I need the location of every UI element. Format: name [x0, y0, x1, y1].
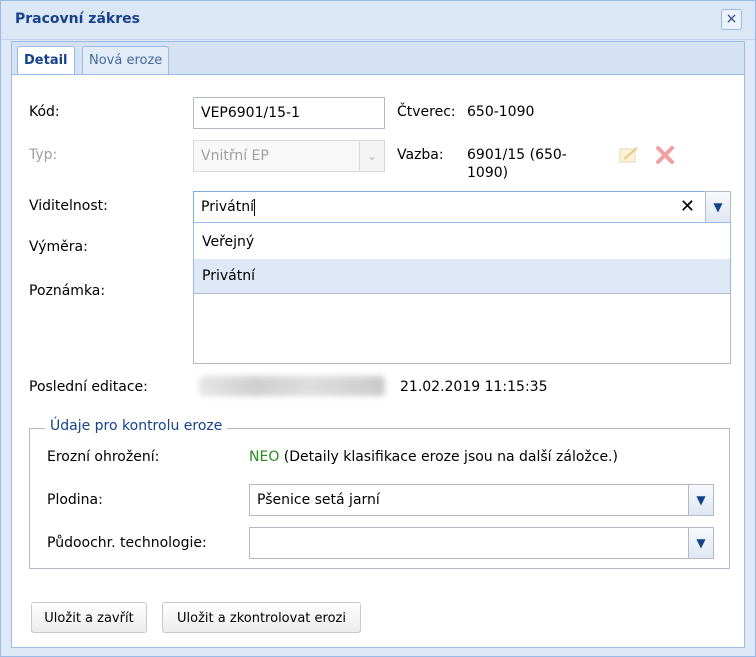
- typ-combo: Vnitřní EP ⌄: [193, 140, 385, 172]
- close-icon[interactable]: ×: [721, 9, 742, 30]
- tab-bar: Detail Nová eroze: [11, 41, 745, 76]
- poznamka-textarea[interactable]: [193, 293, 731, 364]
- ctverec-label: Čtverec:: [397, 104, 456, 120]
- ctverec-value: 650-1090: [467, 104, 535, 120]
- title-bar: Pracovní zákres ×: [1, 1, 755, 40]
- vazba-value-line2: 1090): [467, 165, 509, 181]
- vazba-label: Vazba:: [397, 147, 444, 163]
- save-close-button[interactable]: Uložit a zavřít: [31, 602, 147, 633]
- ohrozeni-note: (Detaily klasifikace eroze jsou na další…: [283, 449, 618, 465]
- delete-icon[interactable]: [655, 145, 675, 165]
- viditelnost-value: Privátní: [201, 199, 254, 215]
- plodina-combo[interactable]: Pšenice setá jarní ▼: [249, 484, 714, 516]
- technologie-combo[interactable]: ▼: [249, 527, 714, 559]
- plodina-label: Plodina:: [47, 492, 103, 508]
- technologie-label: Půdoochr. technologie:: [47, 535, 207, 551]
- blurred-user-name: [199, 376, 385, 396]
- plodina-value: Pšenice setá jarní: [257, 492, 380, 508]
- dialog-window: Pracovní zákres × Detail Nová eroze Kód:…: [0, 0, 756, 657]
- typ-label: Typ:: [29, 147, 58, 163]
- viditelnost-dropdown: Veřejný Privátní: [193, 222, 731, 293]
- chevron-down-icon[interactable]: ▼: [688, 527, 714, 559]
- posledni-editace-label: Poslední editace:: [29, 379, 148, 395]
- clear-icon[interactable]: ✕: [680, 192, 695, 222]
- kod-label: Kód:: [29, 104, 60, 120]
- chevron-down-icon[interactable]: ▼: [688, 484, 714, 516]
- viditelnost-label: Viditelnost:: [29, 198, 108, 214]
- save-check-button[interactable]: Uložit a zkontrolovat erozi: [162, 602, 361, 633]
- option-verejny[interactable]: Veřejný: [194, 225, 730, 259]
- text-caret: [253, 198, 255, 216]
- ohrozeni-value-row: NEO (Detaily klasifikace eroze jsou na d…: [249, 449, 618, 465]
- chevron-down-icon[interactable]: ▼: [705, 191, 731, 223]
- ohrozeni-label: Erozní ohrožení:: [47, 449, 160, 465]
- tab-nova-eroze[interactable]: Nová eroze: [82, 46, 170, 75]
- kod-input[interactable]: VEP6901/15-1: [193, 97, 385, 129]
- poznamka-label: Poznámka:: [29, 283, 106, 299]
- edit-note-icon[interactable]: [618, 145, 640, 165]
- ohrozeni-value: NEO: [249, 449, 280, 465]
- typ-value: Vnitřní EP: [201, 148, 269, 164]
- vymera-label: Výměra:: [29, 239, 88, 255]
- dialog-title: Pracovní zákres: [15, 11, 140, 27]
- tab-detail[interactable]: Detail: [17, 46, 75, 76]
- option-privatni[interactable]: Privátní: [194, 259, 730, 293]
- posledni-editace-value: 21.02.2019 11:15:35: [400, 379, 548, 395]
- viditelnost-combo[interactable]: Privátní ✕ ▼: [193, 191, 731, 223]
- vazba-value-line1: 6901/15 (650-: [467, 147, 567, 163]
- eroze-legend: Údaje pro kontrolu eroze: [45, 418, 228, 434]
- chevron-down-icon: ⌄: [359, 140, 385, 172]
